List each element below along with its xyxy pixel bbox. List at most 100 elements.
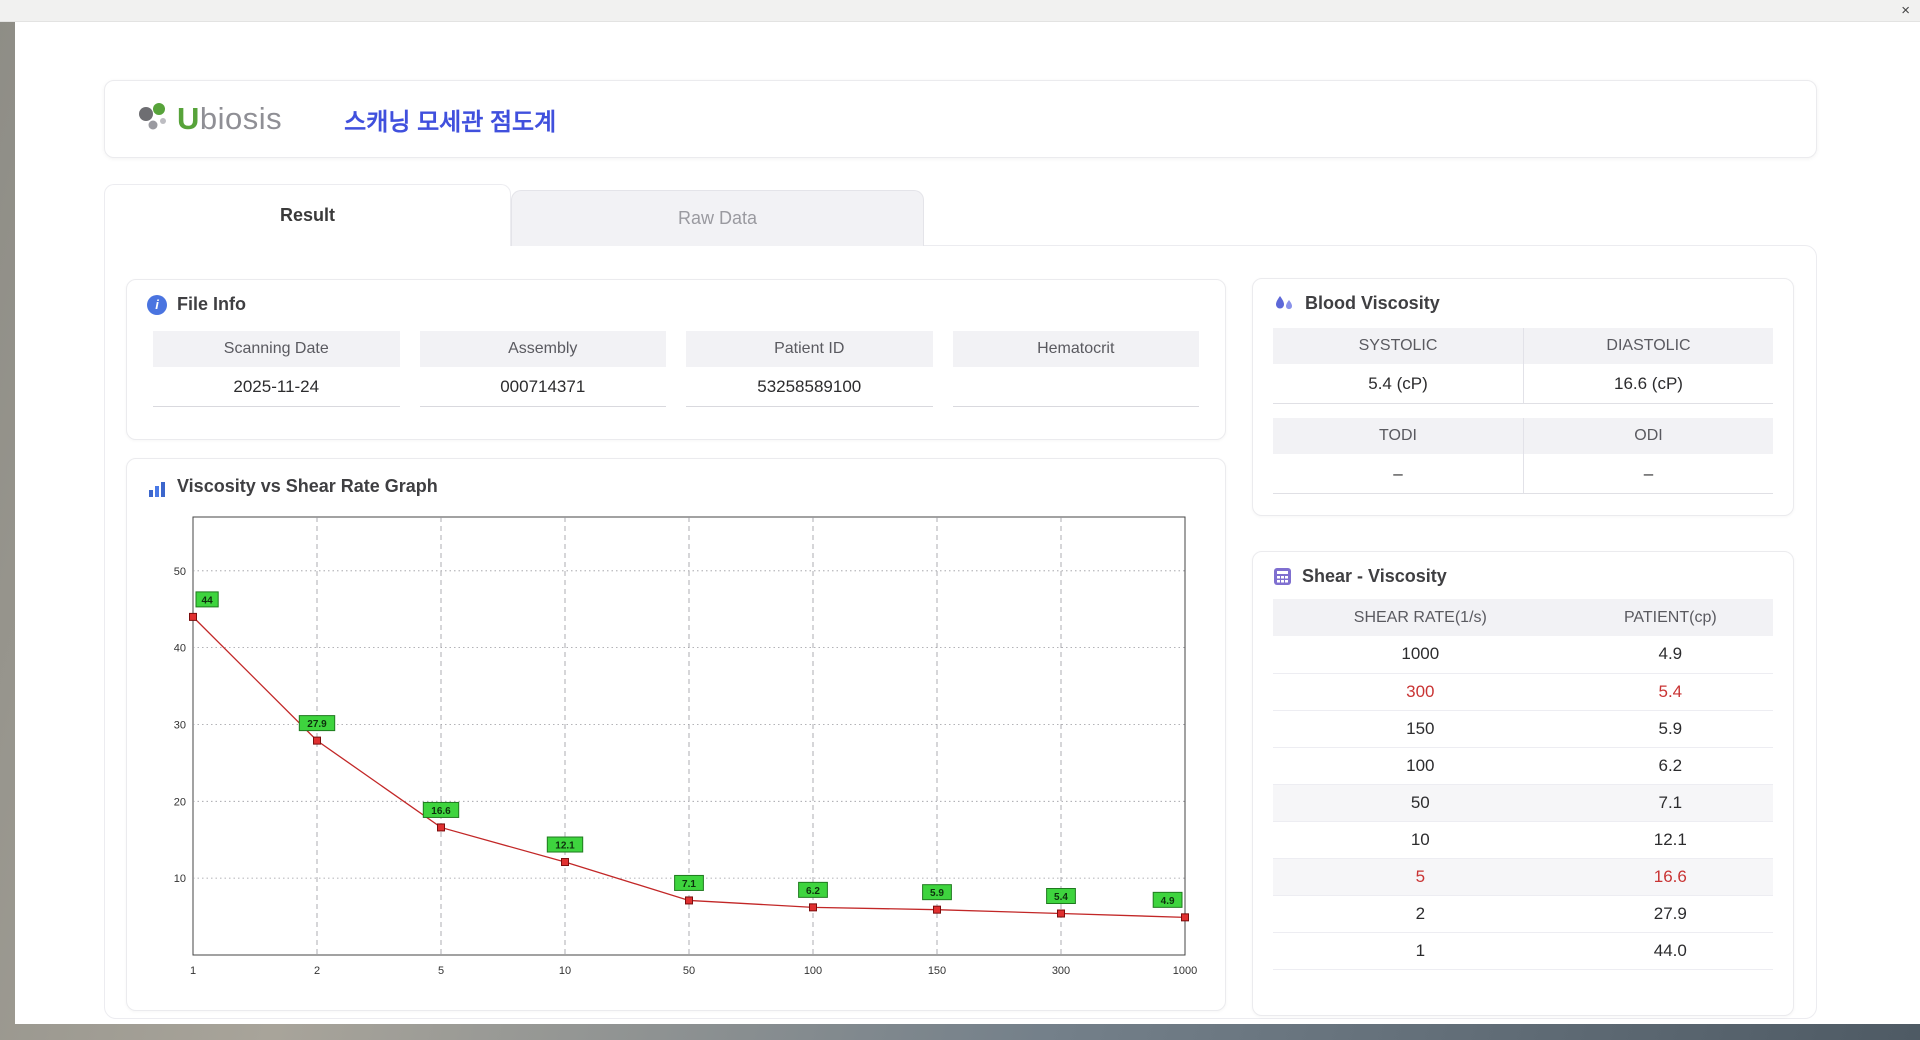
y-tick-label: 40 [174,643,186,655]
data-point-marker [561,858,569,867]
calculator-icon [1274,568,1291,585]
shear-rate-cell: 50 [1273,784,1568,822]
graph-card: Viscosity vs Shear Rate Graph 10 20 30 40 50… [126,458,1226,1011]
data-label-text: 16.6 [431,806,451,817]
blood-viscosity-pair: TODI ODI – – [1273,418,1773,494]
bv-metric-value: 5.4 (cP) [1273,364,1523,404]
blood-viscosity-card: Blood Viscosity SYSTOLIC DIASTOLIC 5.4 (cP… [1252,278,1794,516]
data-point-marker [1057,909,1065,918]
file-info-card: i File Info Scanning Date 2025-11-24 Assem… [126,279,1226,440]
patient-value-cell: 7.1 [1567,784,1773,822]
info-icon: i [147,294,167,315]
graph-title-text: Viscosity vs Shear Rate Graph [177,475,438,496]
app-window: Ubiosis 스캐닝 모세관 점도계 Result Raw Data i Fi… [15,22,1920,1024]
table-row: 1 44.0 [1273,932,1773,970]
tab-raw-data[interactable]: Raw Data [511,190,924,246]
page-title: 스캐닝 모세관 점도계 [344,108,557,136]
ubiosis-logo: Ubiosis [135,100,282,138]
logo-leaf-icon [139,103,166,130]
bv-metric-value: – [1273,454,1523,494]
result-panel: i File Info Scanning Date 2025-11-24 Assem… [104,245,1817,1019]
y-tick-label: 30 [174,719,186,731]
shear-rate-cell: 1000 [1273,636,1568,674]
tab-result[interactable]: Result [104,184,511,248]
viscosity-chart: 10 20 30 40 50 1 2 5 10 50 100 150 300 1000 44 27.9 16.6… [174,516,1197,977]
y-tick-label: 10 [174,873,186,885]
window-close-button[interactable]: × [1901,1,1910,21]
field-value [952,367,1199,407]
patient-value-cell: 6.2 [1567,747,1773,785]
table-row: 50 7.1 [1273,784,1773,822]
field-value: 2025-11-24 [153,367,400,407]
bv-metric-label: SYSTOLIC [1273,328,1523,364]
data-label-text: 4.9 [1161,896,1175,907]
shear-rate-cell: 10 [1273,821,1568,859]
shear-rate-cell: 5 [1273,858,1568,896]
file-info-title-text: File Info [177,294,246,314]
patient-value-cell: 5.9 [1567,710,1773,748]
x-tick-label: 150 [928,965,946,977]
file-info-fields: Scanning Date 2025-11-24 Assembly 000714371… [147,331,1205,407]
window-titlebar: × [0,0,1920,22]
shear-viscosity-title: Shear - Viscosity [1273,566,1773,587]
table-row: 300 5.4 [1273,673,1773,711]
table-row: 100 6.2 [1273,747,1773,785]
file-info-field: Assembly 000714371 [419,331,666,407]
x-tick-label: 10 [559,965,571,977]
field-label: Scanning Date [153,331,400,367]
data-label-text: 44 [202,595,214,606]
patient-value-cell: 44.0 [1567,932,1773,970]
droplets-icon [1276,295,1292,309]
data-label-text: 6.2 [806,886,820,897]
data-point-marker [313,736,321,745]
blood-viscosity-title: Blood Viscosity [1273,293,1773,314]
patient-header: PATIENT(cp) [1567,599,1773,636]
bv-metric-label: DIASTOLIC [1523,328,1773,364]
x-tick-label: 2 [314,965,320,977]
shear-rate-cell: 1 [1273,932,1568,970]
y-tick-label: 50 [174,566,186,578]
data-point-marker [189,612,197,621]
field-value: 53258589100 [686,367,933,407]
blood-viscosity-pair: SYSTOLIC DIASTOLIC 5.4 (cP) 16.6 (cP) [1273,328,1773,404]
table-row: 150 5.9 [1273,710,1773,748]
x-tick-label: 1000 [1173,965,1197,977]
blood-viscosity-title-text: Blood Viscosity [1305,293,1440,313]
file-info-title: i File Info [147,294,1205,315]
shear-rate-header: SHEAR RATE(1/s) [1273,599,1568,636]
field-label: Assembly [419,331,666,367]
bv-metric-label: TODI [1273,418,1523,454]
field-label: Hematocrit [952,331,1199,367]
data-point-marker [437,823,445,832]
data-label-text: 12.1 [555,841,575,852]
table-row: 2 27.9 [1273,895,1773,933]
shear-viscosity-table: SHEAR RATE(1/s) PATIENT(cp) 1000 4.9 300 5.… [1273,599,1773,970]
x-tick-label: 100 [804,965,822,977]
x-tick-label: 1 [190,965,196,977]
field-value: 000714371 [419,367,666,407]
field-label: Patient ID [686,331,933,367]
shear-rate-cell: 150 [1273,710,1568,748]
bv-metric-label: ODI [1523,418,1773,454]
data-label-text: 7.1 [682,879,696,890]
x-tick-label: 5 [438,965,444,977]
graph-title: Viscosity vs Shear Rate Graph [147,473,1205,499]
file-info-field: Patient ID 53258589100 [686,331,933,407]
table-row: 10 12.1 [1273,821,1773,859]
file-info-field: Scanning Date 2025-11-24 [153,331,400,407]
shear-rate-cell: 300 [1273,673,1568,711]
data-label-text: 5.9 [930,888,944,899]
x-tick-label: 50 [683,965,695,977]
table-row: 1000 4.9 [1273,636,1773,674]
table-row: 5 16.6 [1273,858,1773,896]
x-tick-label: 300 [1052,965,1070,977]
patient-value-cell: 4.9 [1567,636,1773,674]
patient-value-cell: 12.1 [1567,821,1773,859]
data-point-marker [1181,913,1189,922]
shear-viscosity-title-text: Shear - Viscosity [1302,566,1447,586]
patient-value-cell: 5.4 [1567,673,1773,711]
file-info-field: Hematocrit [952,331,1199,407]
bv-metric-value: 16.6 (cP) [1523,364,1773,404]
data-point-marker [933,905,941,914]
bv-metric-value: – [1523,454,1773,494]
